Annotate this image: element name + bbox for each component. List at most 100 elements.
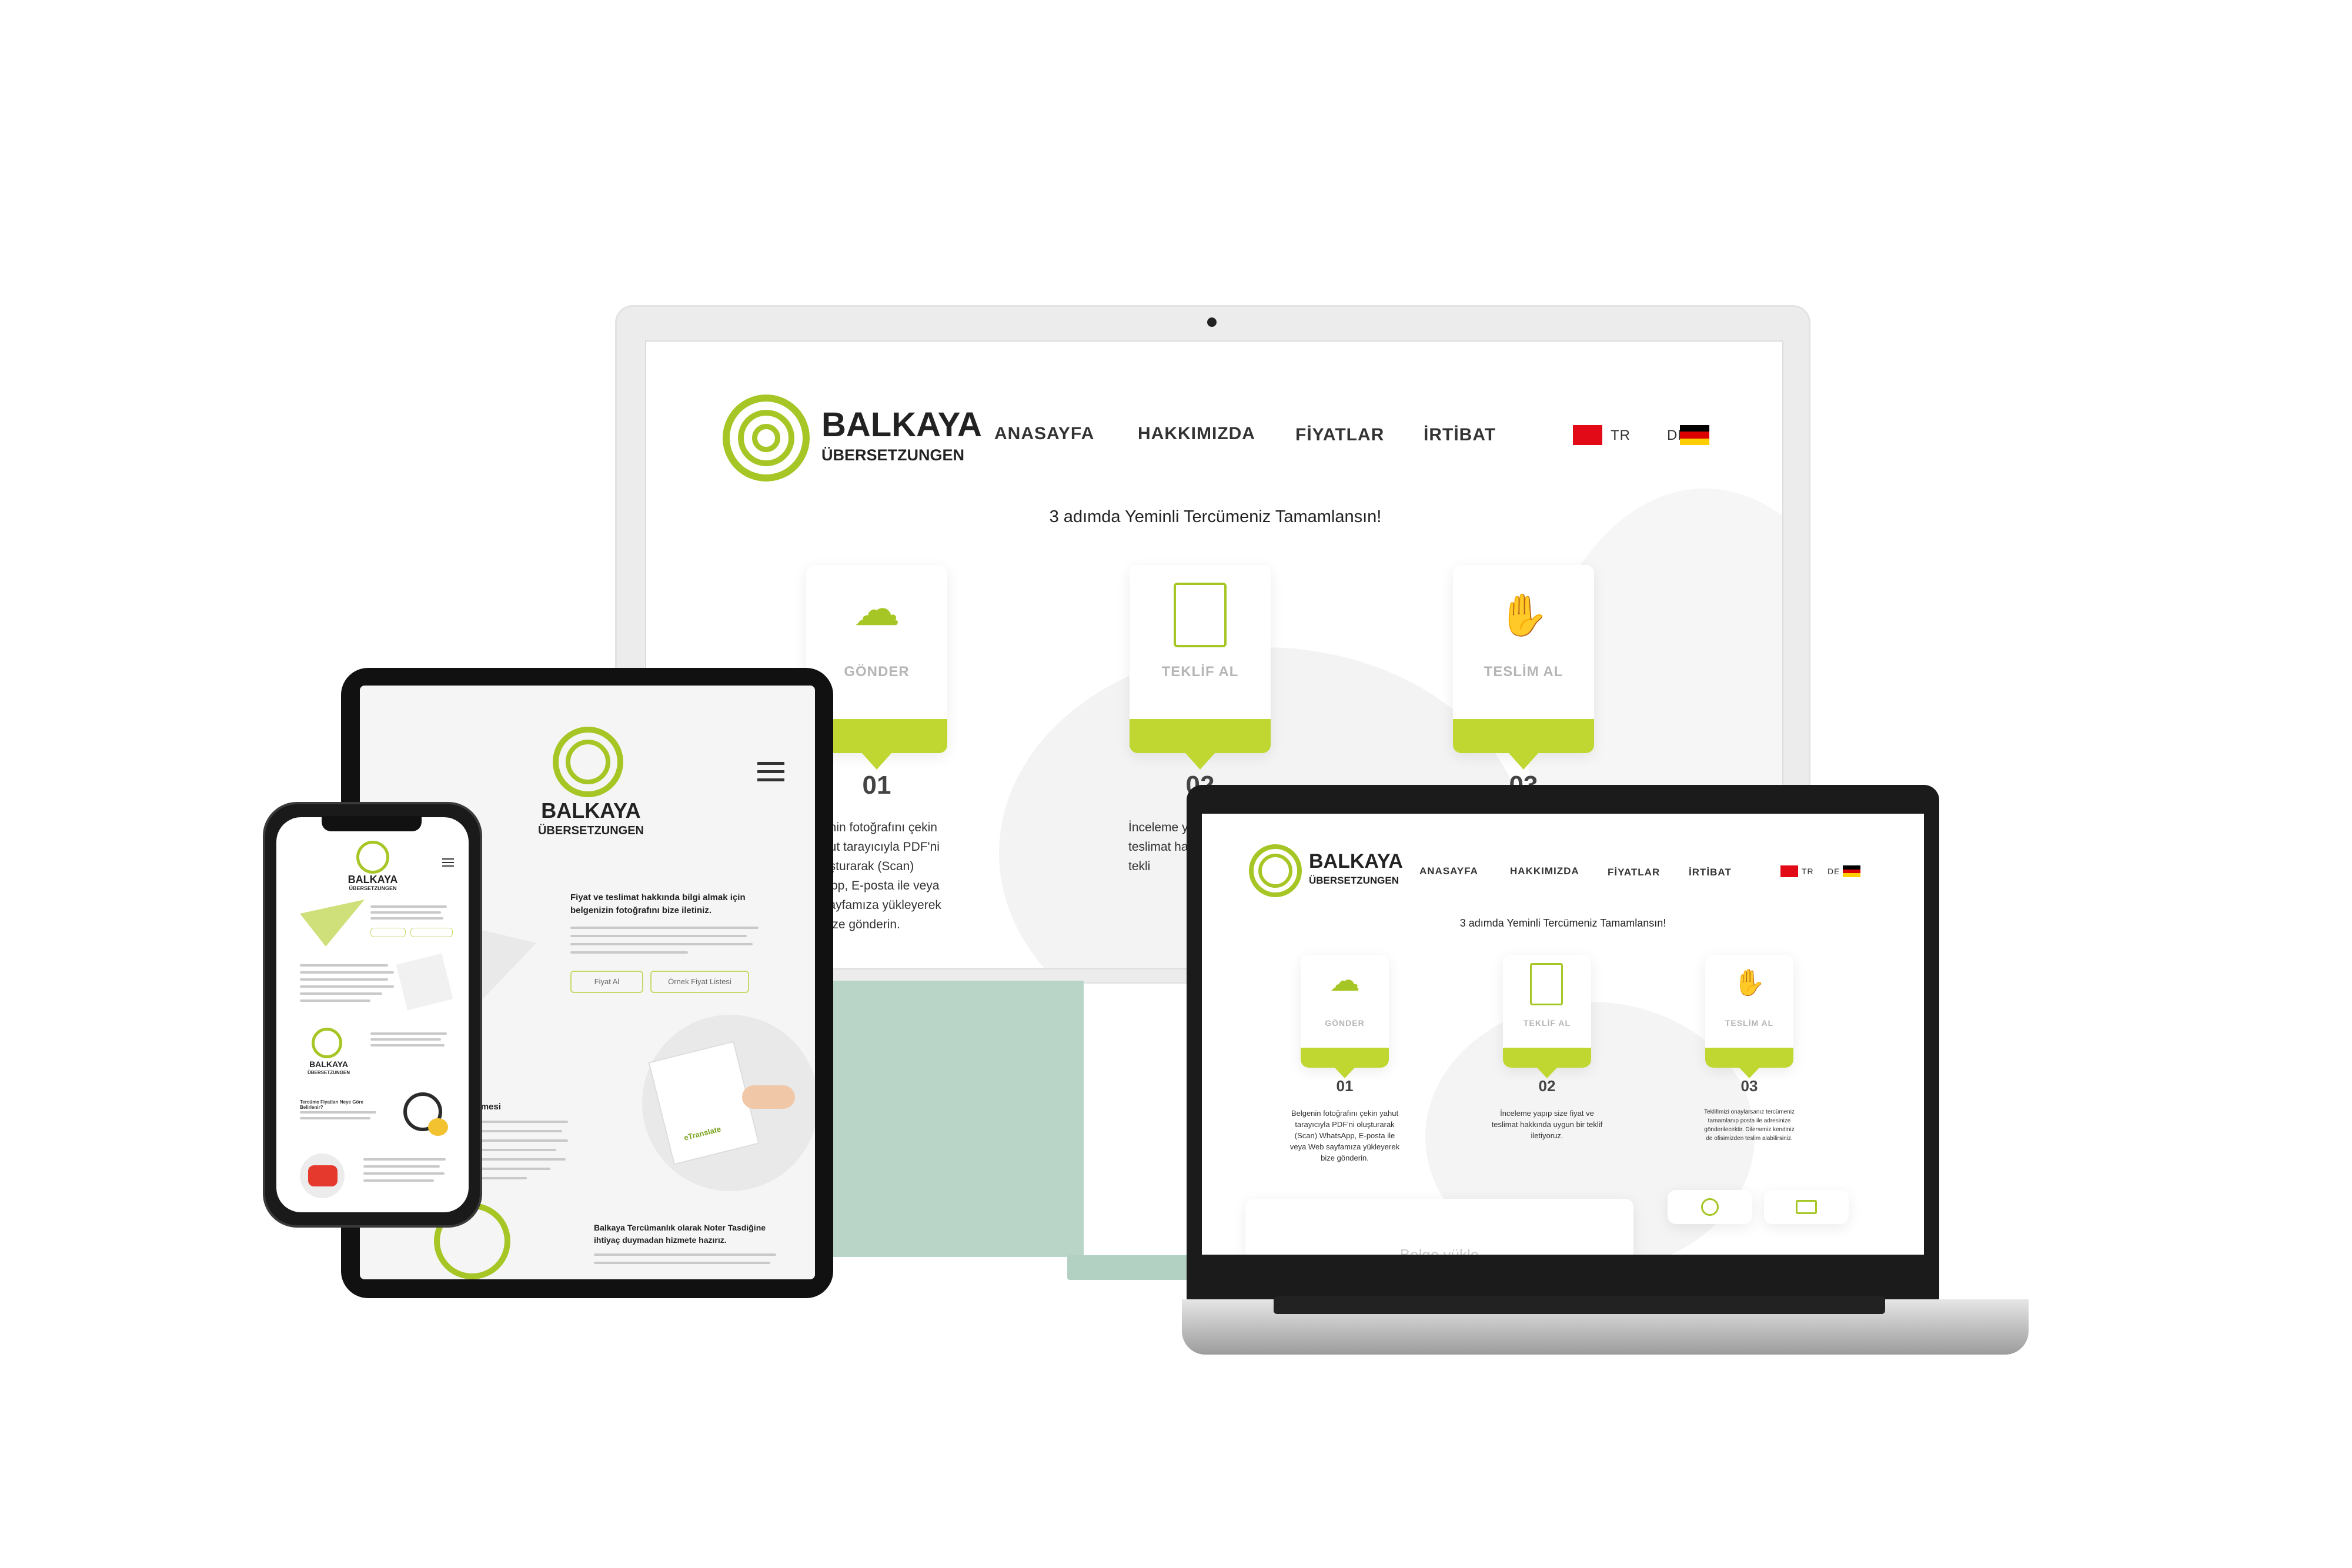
nav-irtibat[interactable]: İRTİBAT xyxy=(1424,425,1496,445)
text-line xyxy=(300,992,382,995)
nav-anasayfa[interactable]: ANASAYFA xyxy=(994,424,1094,444)
text-line xyxy=(594,1253,776,1256)
logo-spiral-icon xyxy=(356,841,389,874)
brand-subtitle: ÜBERSETZUNGEN xyxy=(1309,875,1399,886)
step-description: enin fotoğrafını çekin hut tarayıcıyla P… xyxy=(823,818,964,934)
step-label: TESLİM AL xyxy=(1725,1018,1774,1028)
step-number: 01 xyxy=(1336,1077,1354,1095)
nav-anasayfa[interactable]: ANASAYFA xyxy=(1419,865,1478,877)
nav-hakkimizda[interactable]: HAKKIMIZDA xyxy=(1138,424,1255,444)
coins-icon xyxy=(428,1118,448,1136)
whatsapp-button[interactable] xyxy=(1668,1190,1752,1224)
handshake-icon: ✋ xyxy=(1498,592,1549,638)
text-line: enin fotoğrafını çekin xyxy=(823,821,937,834)
text-line xyxy=(594,1262,770,1264)
logo-spiral-icon xyxy=(312,1028,342,1058)
logo[interactable]: BALKAYA ÜBERSETZUNGEN xyxy=(723,394,982,483)
logo[interactable]: BALKAYA ÜBERSETZUNGEN xyxy=(338,841,408,894)
logo-spiral-inner xyxy=(566,740,610,784)
bottom-title: Balkaya Tercümanlık olarak Noter Tasdiği… xyxy=(594,1223,766,1245)
whatsapp-icon xyxy=(1701,1198,1719,1216)
brand-subtitle: ÜBERSETZUNGEN xyxy=(307,1070,350,1075)
step-pointer xyxy=(1185,753,1215,770)
hero-title: 3 adımda Yeminli Tercümeniz Tamamlansın! xyxy=(1049,507,1382,526)
step-card-gonder[interactable]: ☁ GÖNDER xyxy=(1301,955,1389,1078)
laptop-screen: BALKAYA ÜBERSETZUNGEN ANASAYFA HAKKIMIZD… xyxy=(1202,814,1924,1255)
step-card-teslim[interactable]: ✋ TESLİM AL xyxy=(1453,565,1594,770)
monitor-stand xyxy=(831,981,1084,1257)
text-line xyxy=(363,1179,434,1182)
step-pointer xyxy=(862,753,891,770)
step-number: 02 xyxy=(1538,1077,1556,1095)
step-pointer xyxy=(1509,753,1538,770)
step-label: TEKLİF AL xyxy=(1523,1018,1571,1028)
step-band xyxy=(1503,1048,1591,1068)
lang-de[interactable]: DE xyxy=(1828,867,1840,876)
flag-de-icon[interactable] xyxy=(1843,865,1860,877)
upload-panel[interactable]: Belge yükle xyxy=(1245,1199,1633,1255)
paper-plane-illustration xyxy=(300,900,365,947)
text-line xyxy=(300,1111,376,1114)
hamburger-menu-icon[interactable] xyxy=(442,858,454,868)
logo-spiral-inner xyxy=(1258,854,1292,888)
text-line xyxy=(363,1172,445,1175)
step-card-teklif[interactable]: TEKLİF AL xyxy=(1130,565,1271,770)
text-line xyxy=(300,985,394,988)
lang-tr[interactable]: TR xyxy=(1802,867,1814,876)
text-line xyxy=(370,1044,445,1047)
nav-irtibat[interactable]: İRTİBAT xyxy=(1689,867,1732,878)
price-list-button[interactable]: Örnek Fiyat Listesi xyxy=(650,971,749,993)
hamburger-menu-icon[interactable] xyxy=(757,762,784,783)
text-line: App, E-posta ile veya xyxy=(823,879,940,892)
nav-hakkimizda[interactable]: HAKKIMIZDA xyxy=(1510,865,1579,877)
brand-name: BALKAYA xyxy=(1309,850,1403,872)
step-label: TEKLİF AL xyxy=(1161,664,1239,680)
hand-illustration xyxy=(742,1085,795,1109)
text-line: uşturarak (Scan) xyxy=(823,860,914,873)
price-list-button[interactable] xyxy=(410,928,453,937)
flag-tr-icon[interactable] xyxy=(1780,865,1798,877)
lang-tr[interactable]: TR xyxy=(1611,427,1631,444)
text-line xyxy=(370,1032,447,1035)
step-label: TESLİM AL xyxy=(1484,664,1563,680)
text-line xyxy=(300,999,370,1002)
text-line xyxy=(363,1165,440,1168)
step-band xyxy=(1301,1048,1389,1068)
telephone-icon xyxy=(308,1165,338,1186)
logo[interactable]: BALKAYA ÜBERSETZUNGEN xyxy=(1249,844,1414,903)
price-button[interactable] xyxy=(370,928,406,937)
phone-notch xyxy=(322,816,422,831)
text-line: sayfamıza yükleyerek xyxy=(823,898,941,912)
brand-name: BALKAYA xyxy=(821,406,982,444)
step-description: Belgenin fotoğrafını çekin yahut tarayıc… xyxy=(1289,1109,1400,1162)
faq-question: Tercüme Fiyatları Neye Göre Belirlenir? xyxy=(300,1099,363,1110)
nav-fiyatlar[interactable]: FİYATLAR xyxy=(1608,867,1660,878)
text-line: hut tarayıcıyla PDF'ni xyxy=(823,840,940,854)
logo[interactable]: BALKAYA ÜBERSETZUNGEN xyxy=(523,727,659,844)
text-line xyxy=(363,1158,446,1161)
mail-icon xyxy=(1796,1200,1817,1214)
text-line xyxy=(570,935,747,937)
email-button[interactable] xyxy=(1764,1190,1849,1224)
nav-fiyatlar[interactable]: FİYATLAR xyxy=(1295,425,1384,445)
step-band xyxy=(1453,719,1594,753)
step-number: 03 xyxy=(1740,1077,1758,1095)
text-line xyxy=(370,1038,441,1041)
step-card-teklif[interactable]: TEKLİF AL xyxy=(1503,955,1591,1078)
document-price-icon xyxy=(1174,583,1227,647)
laptop-keyboard xyxy=(1274,1296,1885,1314)
brand-name: BALKAYA xyxy=(541,798,641,823)
price-button[interactable]: Fiyat Al xyxy=(570,971,643,993)
text-line: bize gönderin. xyxy=(823,918,900,931)
text-line xyxy=(300,978,388,981)
step-card-teslim[interactable]: ✋ TESLİM AL xyxy=(1705,955,1793,1078)
flag-tr-icon[interactable] xyxy=(1573,425,1602,445)
brand-subtitle: ÜBERSETZUNGEN xyxy=(537,824,644,837)
flag-de-icon[interactable] xyxy=(1680,425,1709,445)
text-line xyxy=(300,1117,370,1119)
monitor-camera xyxy=(1207,317,1217,327)
step-band xyxy=(1130,719,1271,753)
logo-spiral-core xyxy=(752,424,780,452)
brand-subtitle: ÜBERSETZUNGEN xyxy=(349,885,397,891)
intro-title: Fiyat ve teslimat hakkında bilgi almak i… xyxy=(570,892,746,915)
